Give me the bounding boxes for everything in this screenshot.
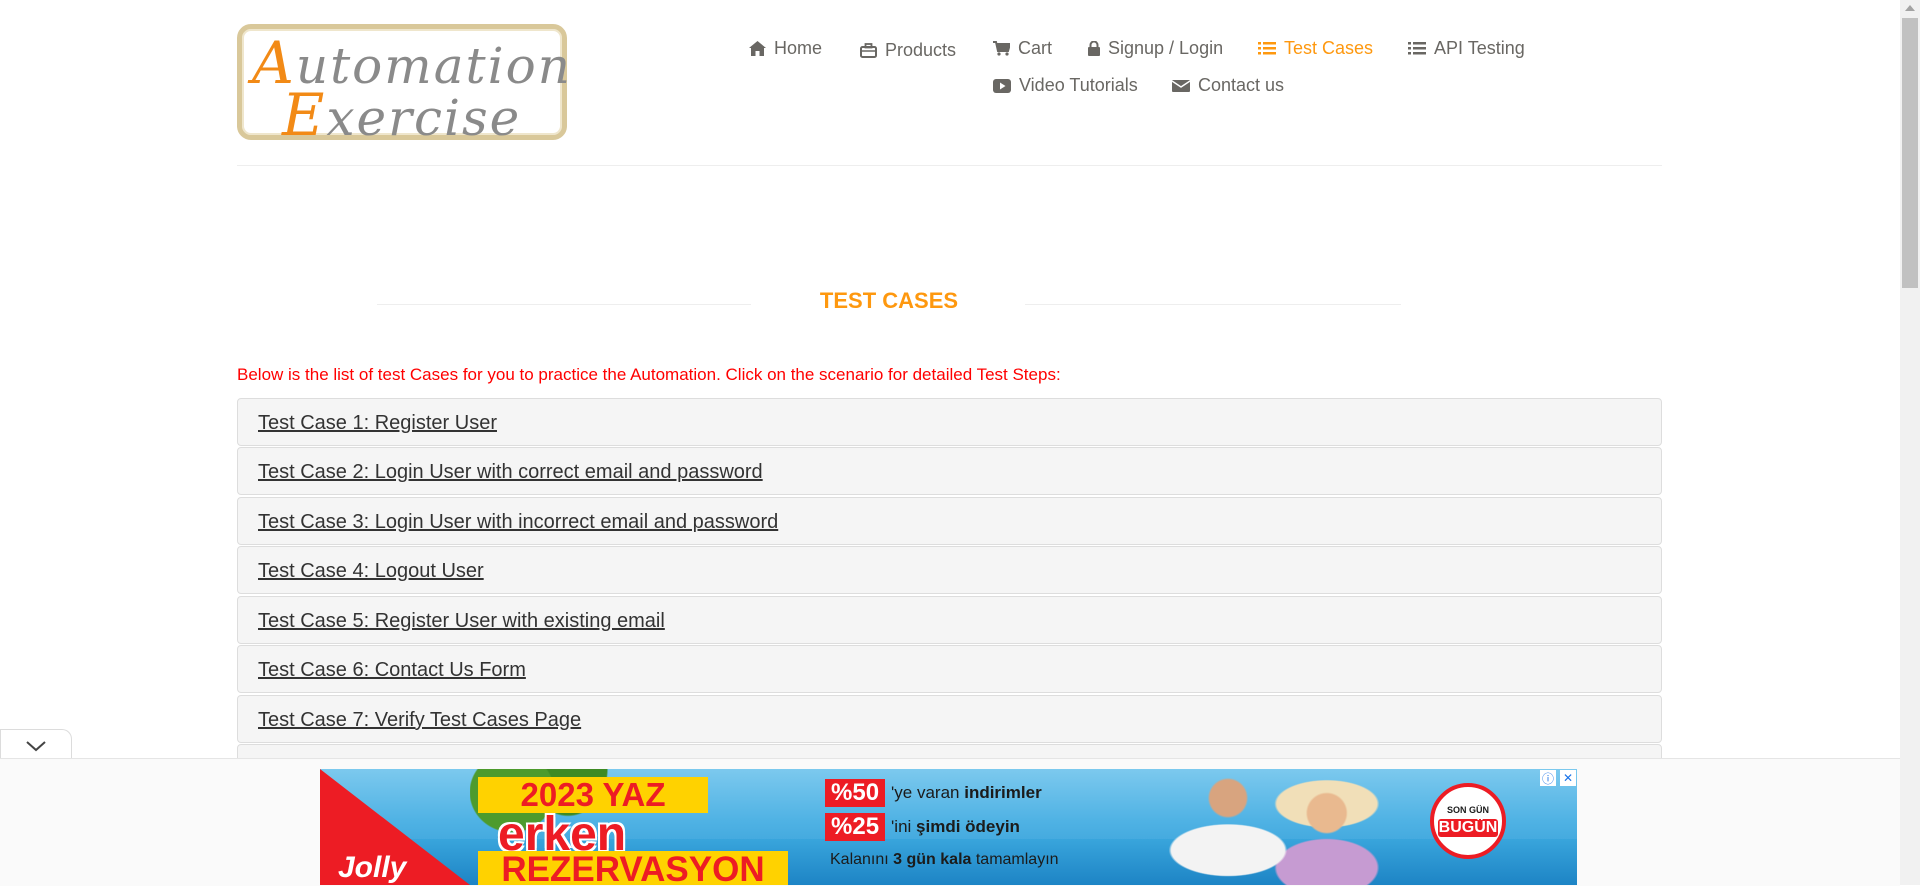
offer-2-percent: %25 [825, 813, 886, 841]
nav-api-testing[interactable]: API Testing [1408, 38, 1525, 59]
test-case-panel: Test Case 4: Logout User [237, 546, 1662, 594]
section-title: TEST CASES [377, 288, 1401, 318]
nav-home-label: Home [774, 38, 823, 58]
offer-1-text: 'ye varan indirimler [891, 783, 1042, 802]
scrollbar-thumb[interactable] [1902, 18, 1918, 288]
nav-home[interactable]: Home [749, 38, 822, 59]
nav-cart[interactable]: Cart [993, 38, 1052, 59]
chevron-down-icon [26, 741, 46, 752]
nav-video-tutorials[interactable]: Video Tutorials [993, 75, 1138, 96]
ad-offer-2: %25 'ini şimdi ödeyin [825, 813, 1020, 841]
nav-products-label: Products [885, 40, 957, 60]
test-case-link[interactable]: Test Case 7: Verify Test Cases Page [258, 709, 581, 732]
test-case-panel: Test Case 3: Login User with incorrect e… [237, 497, 1662, 545]
offer-1-percent: %50 [825, 779, 886, 807]
intro-text: Below is the list of test Cases for you … [237, 365, 1061, 384]
ad-brand: Jolly [338, 851, 407, 884]
test-case-link[interactable]: Test Case 1: Register User [258, 412, 497, 435]
ad-offer-1: %50 'ye varan indirimler [825, 779, 1042, 807]
test-case-link[interactable]: Test Case 3: Login User with incorrect e… [258, 511, 778, 534]
list-icon [1258, 42, 1276, 55]
ad-offer-3: Kalanını 3 gün kala tamamlayın [830, 851, 1059, 868]
test-case-panel: Test Case 2: Login User with correct ema… [237, 447, 1662, 495]
nav-signup-login-label: Signup / Login [1108, 38, 1224, 58]
briefcase-icon [860, 43, 877, 58]
offer-2-text: 'ini şimdi ödeyin [891, 817, 1020, 836]
ad-controls: ⓘ ✕ [1540, 770, 1576, 786]
people-image [1150, 769, 1410, 885]
youtube-icon [993, 78, 1011, 93]
badge-main-text: BUGÜN [1438, 819, 1498, 837]
nav-video-tutorials-label: Video Tutorials [1019, 75, 1138, 95]
nav-contact-us[interactable]: Contact us [1172, 75, 1284, 96]
nav-products[interactable]: Products [860, 40, 956, 61]
test-case-panel: Test Case 7: Verify Test Cases Page [237, 695, 1662, 743]
lock-icon [1088, 41, 1100, 56]
badge-top-text: SON GÜN [1446, 805, 1489, 815]
nav-contact-us-label: Contact us [1198, 75, 1285, 95]
test-case-panel: Test Case 1: Register User [237, 398, 1662, 446]
page-title: TEST CASES [819, 288, 959, 313]
ad-collapse-toggle[interactable] [0, 729, 72, 761]
nav-api-testing-label: API Testing [1434, 38, 1525, 58]
site-logo[interactable]: Automation Exercise [237, 24, 570, 149]
home-icon [749, 41, 766, 56]
ad-banner[interactable]: Jolly 2023 YAZ erken REZERVASYON %50 'ye… [320, 769, 1577, 885]
test-case-panel: Test Case 6: Contact Us Form [237, 645, 1662, 693]
header-divider [237, 165, 1662, 166]
test-case-link[interactable]: Test Case 6: Contact Us Form [258, 659, 526, 682]
envelope-icon [1172, 79, 1190, 92]
page-scrollbar[interactable] [1900, 0, 1920, 885]
close-icon[interactable]: ✕ [1560, 770, 1576, 786]
nav-test-cases[interactable]: Test Cases [1258, 38, 1373, 59]
ad-badge: SON GÜN BUGÜN [1430, 783, 1506, 859]
nav-signup-login[interactable]: Signup / Login [1088, 38, 1223, 59]
nav-test-cases-label: Test Cases [1284, 38, 1374, 58]
test-case-panel: Test Case 5: Register User with existing… [237, 596, 1662, 644]
logo-line-2: Exercise [282, 81, 522, 149]
test-case-link[interactable]: Test Case 2: Login User with correct ema… [258, 461, 763, 484]
scroll-up-arrow-icon[interactable] [1905, 5, 1915, 11]
ad-headline-3: REZERVASYON [478, 851, 788, 885]
test-case-link[interactable]: Test Case 5: Register User with existing… [258, 610, 665, 633]
nav-cart-label: Cart [1018, 38, 1053, 58]
list-icon [1408, 42, 1426, 55]
cart-icon [993, 41, 1010, 56]
test-case-link[interactable]: Test Case 4: Logout User [258, 560, 484, 583]
info-icon[interactable]: ⓘ [1540, 770, 1556, 786]
